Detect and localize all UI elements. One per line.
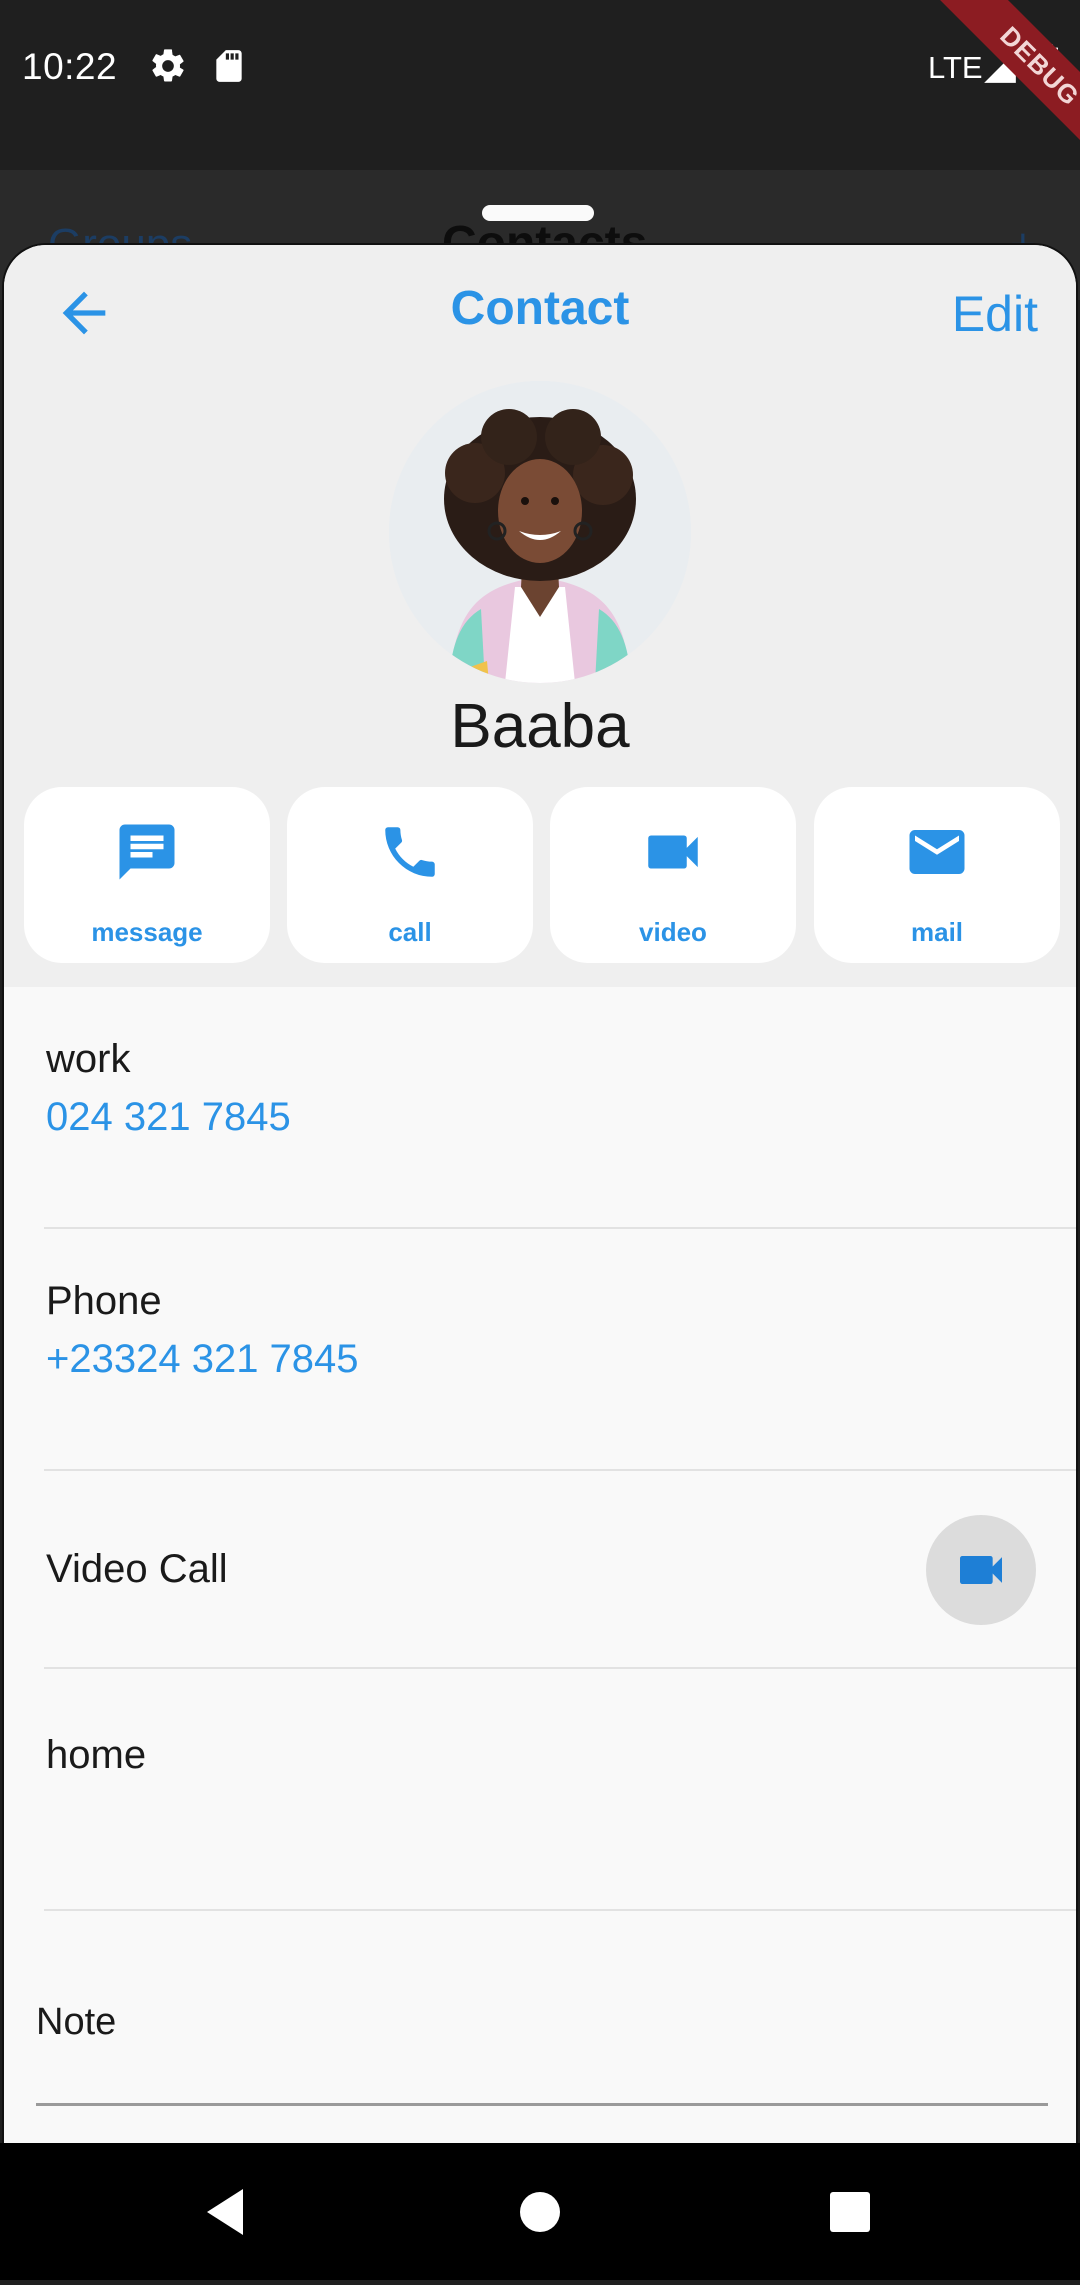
message-action-button[interactable]: message [24,787,270,963]
status-time: 10:22 [22,46,118,87]
sd-card-icon [210,46,248,91]
detail-label: Video Call [46,1547,228,1591]
mail-action-button[interactable]: mail [814,787,1060,963]
video-action-button[interactable]: video [550,787,796,963]
detail-row-video-call[interactable]: Video Call [4,1471,1076,1669]
detail-row-home[interactable]: home [4,1669,1076,1911]
nav-recents-button[interactable] [790,2143,910,2280]
avatar [389,381,691,683]
nav-home-button[interactable] [480,2143,600,2280]
triangle-back-icon [207,2189,243,2235]
detail-label: Phone [46,1279,162,1323]
message-action-label: message [91,917,203,947]
call-action-button[interactable]: call [287,787,533,963]
edit-button[interactable]: Edit [952,285,1038,343]
phone-icon [287,819,533,885]
square-recents-icon [830,2192,870,2232]
debug-banner: DEBUG [900,0,1080,180]
video-call-button[interactable] [926,1515,1036,1625]
detail-row-phone[interactable]: Phone +23324 321 7845 [4,1229,1076,1471]
contact-header: Contact Edit Baaba message call video ma… [4,245,1076,987]
note-label: Note [36,2001,117,2043]
mail-icon [814,819,1060,885]
work-phone-number[interactable]: 024 321 7845 [46,1095,291,1140]
note-input-underline[interactable] [36,2103,1048,2106]
detail-row-work[interactable]: work 024 321 7845 [4,987,1076,1229]
sheet-drag-handle[interactable] [482,205,594,221]
quick-actions: message call video mail [24,787,1060,963]
video-action-label: video [639,917,707,947]
mail-action-label: mail [910,917,964,947]
contact-sheet: Contact Edit Baaba message call video ma… [2,243,1078,2143]
page-title: Contact [450,282,630,335]
mobile-phone-number[interactable]: +23324 321 7845 [46,1337,359,1382]
status-bar: 10:22 LTE DEBUG [0,0,1080,175]
message-icon [24,819,270,885]
detail-label: work [46,1037,131,1081]
detail-label: home [46,1733,147,1777]
divider [44,1909,1076,1911]
videocam-icon [960,1556,1002,1584]
videocam-icon [550,819,796,885]
call-action-label: call [388,917,432,947]
navigation-bar [0,2143,1080,2280]
circle-home-icon [520,2192,560,2232]
settings-icon [148,46,188,91]
contact-name: Baaba [450,692,630,761]
nav-back-button[interactable] [165,2143,285,2280]
